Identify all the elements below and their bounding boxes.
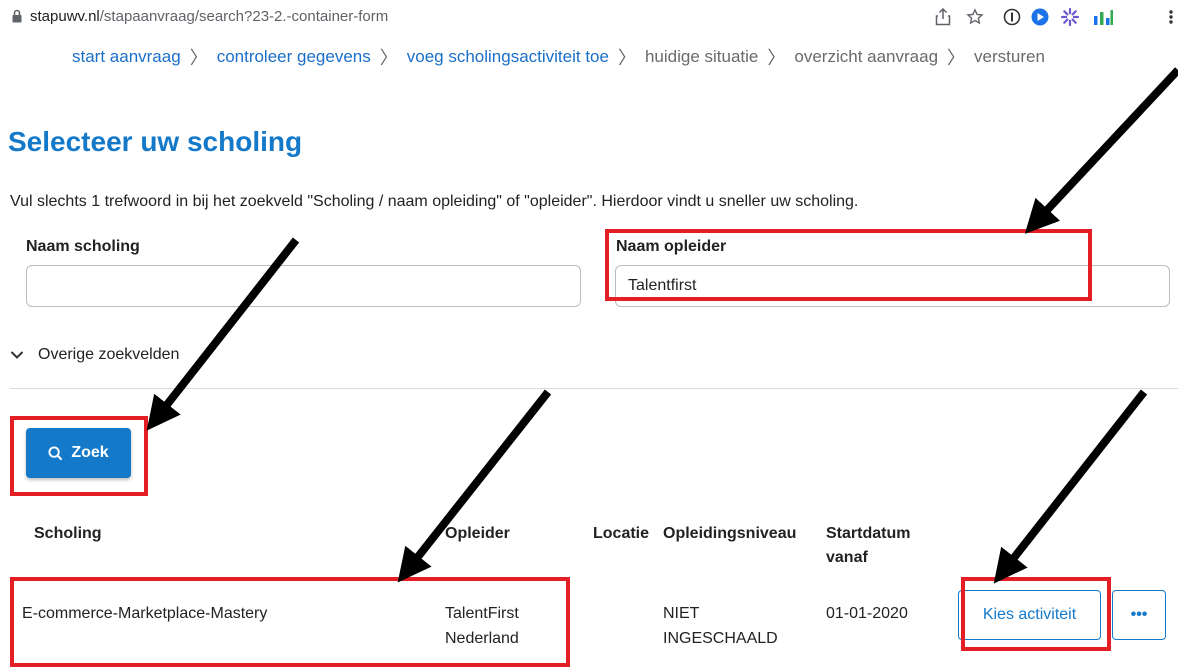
cell-opleidingsniveau: NIET INGESCHAALD <box>663 601 778 651</box>
chevron-right-icon: 〉 <box>189 48 208 68</box>
password-icon[interactable] <box>1003 8 1021 26</box>
url-text[interactable]: stapuwv.nl/stapaanvraag/search?23-2.-con… <box>30 8 388 25</box>
breadcrumb-item-start[interactable]: start aanvraag <box>72 47 181 67</box>
breadcrumb-item-situatie: huidige situatie <box>644 47 759 66</box>
lock-icon <box>12 9 22 23</box>
breadcrumb-item-controleer[interactable]: controleer gegevens <box>217 47 371 67</box>
extension-icon[interactable] <box>1031 8 1049 26</box>
url-host: stapuwv.nl <box>30 8 100 25</box>
column-header-scholing: Scholing <box>34 525 102 542</box>
annotation-arrows <box>146 67 1178 584</box>
breadcrumb: start aanvraag 〉 controleer gegevens 〉 v… <box>72 44 1045 70</box>
menu-icon[interactable] <box>1168 9 1174 25</box>
share-icon[interactable] <box>935 8 951 26</box>
column-header-opleider: Opleider <box>445 525 510 542</box>
highlight-box <box>961 577 1111 651</box>
chevron-down-icon <box>10 351 24 359</box>
divider <box>10 388 1178 389</box>
naam-scholing-label: Naam scholing <box>26 238 140 255</box>
cell-startdatum: 01-01-2020 <box>826 605 908 622</box>
browser-url-bar[interactable]: stapuwv.nl/stapaanvraag/search?23-2.-con… <box>0 0 1178 34</box>
analytics-icon[interactable] <box>1093 9 1113 25</box>
more-options-button[interactable]: ••• <box>1112 590 1166 640</box>
chevron-right-icon: 〉 <box>617 48 636 68</box>
column-header-startdatum: Startdatum vanaf <box>826 522 910 570</box>
highlight-box <box>10 577 570 667</box>
chevron-right-icon: 〉 <box>379 48 398 68</box>
star-icon[interactable] <box>966 8 984 26</box>
highlight-box <box>605 229 1092 301</box>
arrow-to-kies-activiteit <box>993 389 1148 584</box>
breadcrumb-item-scholing[interactable]: voeg scholingsactiviteit toe <box>407 47 609 67</box>
column-header-locatie: Locatie <box>593 525 650 542</box>
highlight-box <box>10 416 148 496</box>
url-path: /stapaanvraag/search?23-2.-container-for… <box>99 8 389 25</box>
puzzle-icon[interactable] <box>1060 7 1080 27</box>
cell-niveau-line2: INGESCHAALD <box>663 630 778 647</box>
column-header-startdatum-line2: vanaf <box>826 549 868 566</box>
breadcrumb-item-overzicht: overzicht aanvraag <box>794 47 939 66</box>
cell-niveau-line1: NIET <box>663 605 700 622</box>
search-instructions: Vul slechts 1 trefwoord in bij het zoekv… <box>10 193 859 210</box>
overige-zoekvelden-label: Overige zoekvelden <box>38 346 180 363</box>
breadcrumb-item-versturen: versturen <box>974 47 1045 66</box>
column-header-startdatum-line1: Startdatum <box>826 525 911 542</box>
chevron-right-icon: 〉 <box>767 48 786 68</box>
naam-scholing-input[interactable] <box>26 265 581 307</box>
page-title: Selecteer uw scholing <box>8 126 303 157</box>
column-header-opleidingsniveau: Opleidingsniveau <box>663 525 797 542</box>
chevron-right-icon: 〉 <box>947 48 966 68</box>
overige-zoekvelden-toggle[interactable]: Overige zoekvelden <box>10 346 179 364</box>
arrow-to-opleider-field <box>1024 67 1178 234</box>
